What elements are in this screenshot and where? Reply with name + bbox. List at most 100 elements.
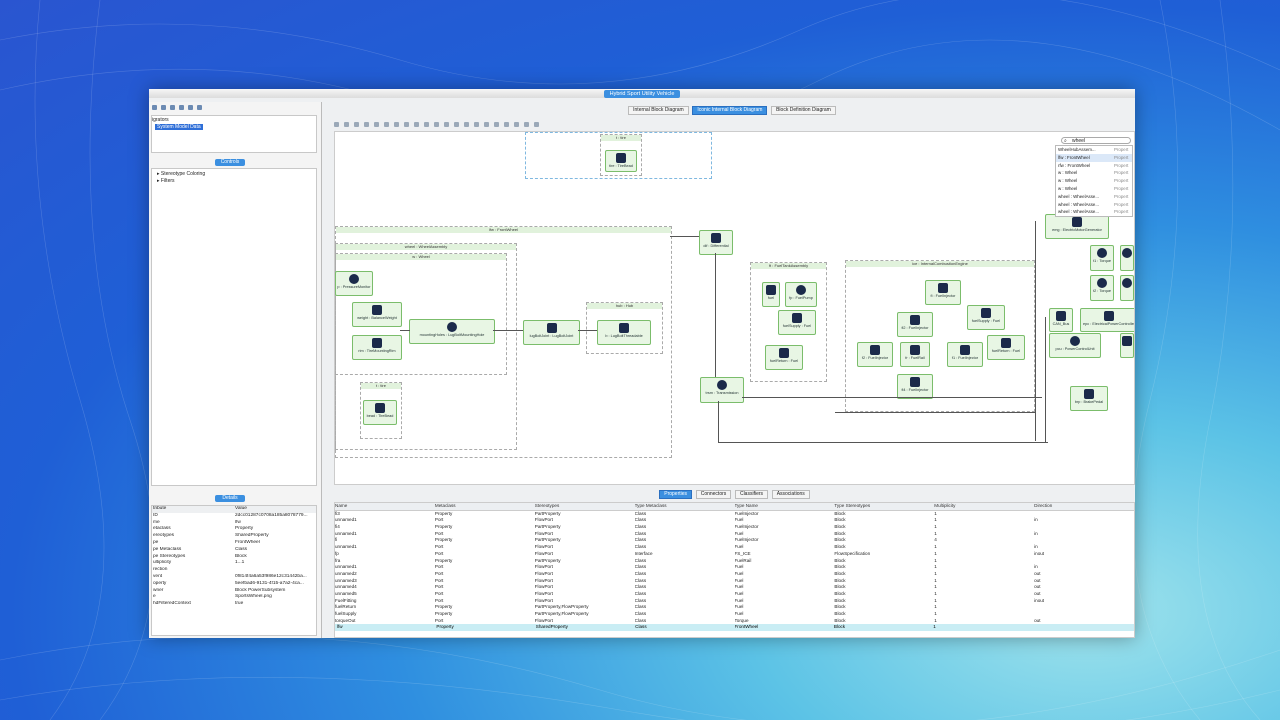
part-torque-2[interactable]: t2 : Torque bbox=[1090, 275, 1114, 301]
copy-icon[interactable] bbox=[179, 104, 184, 110]
back-icon[interactable] bbox=[152, 104, 157, 110]
part-mounting-holes[interactable]: mountingHoles : LugBoltMountingHole bbox=[409, 319, 495, 344]
search-result[interactable]: w : Wheel Propert bbox=[1056, 185, 1132, 193]
table-row[interactable]: unnamed2 Port FlowPort Class Fuel Block 1 out bbox=[335, 571, 1134, 578]
part-pressure-monitor[interactable]: p : PressureMonitor bbox=[335, 271, 373, 296]
check-icon[interactable] bbox=[524, 122, 529, 127]
zoom-in-icon[interactable] bbox=[414, 122, 419, 127]
part-fuel-supply-left[interactable]: fuelSupply : Fuel bbox=[778, 310, 816, 335]
part-fuel[interactable]: fuel bbox=[762, 282, 780, 307]
part-torque-1[interactable]: t1 : Torque bbox=[1090, 245, 1114, 271]
part-torque-4[interactable] bbox=[1120, 275, 1134, 301]
part-power-control-unit[interactable]: pcu : PowerControlUnit bbox=[1049, 333, 1101, 358]
part-tire-bottom[interactable]: bead : TireBead bbox=[363, 400, 397, 425]
select-icon[interactable] bbox=[374, 122, 379, 127]
table-row[interactable]: lfw Property SharedProperty Class FrontWheel… bbox=[335, 624, 1134, 632]
search-result[interactable]: wheel : WheelAsse... Propert bbox=[1056, 201, 1132, 209]
tab-block-definition-diagram[interactable]: Block Definition Diagram bbox=[771, 106, 836, 115]
collapse-icon[interactable] bbox=[494, 122, 499, 127]
part-injector-2[interactable]: fi2 : FuelInjector bbox=[897, 312, 933, 337]
search-result[interactable]: wheel : WheelAsse... Propert bbox=[1056, 193, 1132, 201]
details-row[interactable]: pe Metaclass Class bbox=[152, 547, 316, 554]
details-row[interactable]: pe Stereotypes Block bbox=[152, 554, 316, 561]
redo-icon[interactable] bbox=[404, 122, 409, 127]
table-row[interactable]: unnamed1 Port FlowPort Class Fuel Block 1 in bbox=[335, 544, 1134, 551]
details-row[interactable]: ultiplicity 1...1 bbox=[152, 560, 316, 567]
search-result[interactable]: wheel : WheelAsse... Propert bbox=[1056, 208, 1132, 216]
part-balance-weight[interactable]: weight : BalanceWeight bbox=[352, 302, 402, 327]
table-row[interactable]: unnamed1 Port FlowPort Class Fuel Block 1 in bbox=[335, 517, 1134, 524]
tab-internal-block-diagram[interactable]: Internal Block Diagram bbox=[628, 106, 689, 115]
details-row[interactable]: etaclass Property bbox=[152, 526, 316, 533]
tab-classifiers[interactable]: Classifiers bbox=[734, 490, 769, 499]
save-icon[interactable] bbox=[334, 122, 339, 127]
print-icon[interactable] bbox=[344, 122, 349, 127]
table-row[interactable]: fi3 Property PartProperty Class FuelInjector… bbox=[335, 511, 1134, 518]
grid-icon[interactable] bbox=[474, 122, 479, 127]
paste-icon[interactable] bbox=[188, 104, 193, 110]
details-row[interactable]: pe FrontWheel bbox=[152, 540, 316, 547]
table-row[interactable]: unnamed5 Port FlowPort Class Fuel Block 1 out bbox=[335, 591, 1134, 598]
part-fuel-rail[interactable]: fr : FuelRail bbox=[900, 342, 930, 367]
part-can-bus[interactable]: CAN_Bus bbox=[1049, 308, 1073, 332]
link-icon[interactable] bbox=[514, 122, 519, 127]
details-row[interactable]: operty 5eefbad6-9131-4f15-a7a2-4ca... bbox=[152, 581, 316, 588]
table-row[interactable]: unnamed3 Port FlowPort Class Fuel Block 1 out bbox=[335, 578, 1134, 585]
part-electric-motor-generator[interactable]: emg : ElectricMotorGenerator bbox=[1045, 214, 1109, 239]
details-row[interactable]: ereotypes SharedProperty bbox=[152, 533, 316, 540]
part-fuel-pump[interactable]: fp : FuelPump bbox=[785, 282, 817, 307]
part-injector-bottom[interactable]: fi4 : FuelInjector bbox=[897, 374, 933, 399]
part-brake-pedal[interactable]: brp : BrakePedal bbox=[1070, 386, 1108, 411]
expand-icon[interactable] bbox=[504, 122, 509, 127]
part-differential[interactable]: dif : Differential bbox=[699, 230, 733, 255]
align-icon[interactable] bbox=[484, 122, 489, 127]
home-icon[interactable] bbox=[170, 104, 175, 110]
zoom-out-icon[interactable] bbox=[424, 122, 429, 127]
table-row[interactable]: fi4 Property PartProperty Class FuelInjector… bbox=[335, 524, 1134, 531]
details-row[interactable]: vent 0f814f4a6a53f986e12c31442ba... bbox=[152, 574, 316, 581]
controls-item-filters[interactable]: ▸ Filters bbox=[157, 178, 175, 184]
zoom-fit-icon[interactable] bbox=[434, 122, 439, 127]
tree-item-system-model[interactable]: System Model Data bbox=[155, 124, 203, 130]
tab-associations[interactable]: Associations bbox=[771, 490, 810, 499]
search-result[interactable]: rfw : FrontWheel Propert bbox=[1056, 162, 1132, 170]
part-torque-3[interactable] bbox=[1120, 245, 1134, 271]
forward-icon[interactable] bbox=[161, 104, 166, 110]
delete-icon[interactable] bbox=[197, 104, 202, 110]
details-row[interactable]: me lfw bbox=[152, 520, 316, 527]
details-button[interactable]: Details bbox=[215, 495, 245, 502]
tab-properties[interactable]: Properties bbox=[659, 490, 693, 499]
zoom-select-icon[interactable] bbox=[454, 122, 459, 127]
image-icon[interactable] bbox=[364, 122, 369, 127]
details-row[interactable]: wner Block PowerSubsystem bbox=[152, 588, 316, 595]
table-row[interactable]: torqueOut Port FlowPort Class Torque Block 1 ou… bbox=[335, 618, 1134, 625]
table-row[interactable]: unnamed4 Port FlowPort Class Fuel Block 1 out bbox=[335, 584, 1134, 591]
details-row[interactable]: rection bbox=[152, 567, 316, 574]
table-row[interactable]: fi Property PartProperty Class FuelInjector B… bbox=[335, 537, 1134, 544]
part-lugbolt-joint[interactable]: lugBoltJoint : LugBoltJoint bbox=[523, 320, 580, 345]
search-result[interactable]: w : Wheel Propert bbox=[1056, 177, 1132, 185]
table-row[interactable]: fuelSupply Property PartProperty,FlowPrope… bbox=[335, 611, 1134, 618]
info-icon[interactable] bbox=[534, 122, 539, 127]
part-fuel-supply-right[interactable]: fuelSupply : Fuel bbox=[967, 305, 1005, 330]
part-fuel-return-left[interactable]: fuelReturn : Fuel bbox=[765, 345, 803, 370]
controls-button[interactable]: Controls bbox=[215, 159, 245, 166]
search-result[interactable]: lfw : FrontWheel Propert bbox=[1056, 153, 1132, 162]
part-injector-left[interactable]: f2 : FuelInjector bbox=[857, 342, 893, 367]
search-result[interactable]: w : Wheel Propert bbox=[1056, 169, 1132, 177]
part-right-edge[interactable] bbox=[1120, 333, 1134, 358]
table-row[interactable]: FuelFitting Port FlowPort Class Fuel Block 1 in… bbox=[335, 598, 1134, 605]
table-row[interactable]: fuelReturn Property PartProperty,FlowPrope… bbox=[335, 604, 1134, 611]
details-row[interactable]: e SportsWheel.png bbox=[152, 594, 316, 601]
diagram-canvas[interactable]: t : tire tire : TireBead lfw : FrontWhee… bbox=[334, 131, 1135, 485]
part-tire-mounting-rim[interactable]: rim : TireMountingRim bbox=[352, 335, 402, 360]
table-row[interactable]: unnamed1 Port FlowPort Class Fuel Block 1 in bbox=[335, 564, 1134, 571]
search-result[interactable]: WheelHubAssem... Propert bbox=[1056, 146, 1132, 154]
table-row[interactable]: fp Port FlowPort Interface FS_ICE FlowSpecifi… bbox=[335, 551, 1134, 558]
tab-connectors[interactable]: Connectors bbox=[695, 490, 732, 499]
tab-iconic-internal-block-diagram[interactable]: Iconic Internal Block Diagram bbox=[692, 106, 768, 115]
undo-icon[interactable] bbox=[394, 122, 399, 127]
diagram-search-input[interactable]: ⌕ wheel bbox=[1061, 137, 1131, 144]
part-injector-main[interactable]: fi : FuelInjector bbox=[925, 280, 961, 305]
layout-icon[interactable] bbox=[464, 122, 469, 127]
